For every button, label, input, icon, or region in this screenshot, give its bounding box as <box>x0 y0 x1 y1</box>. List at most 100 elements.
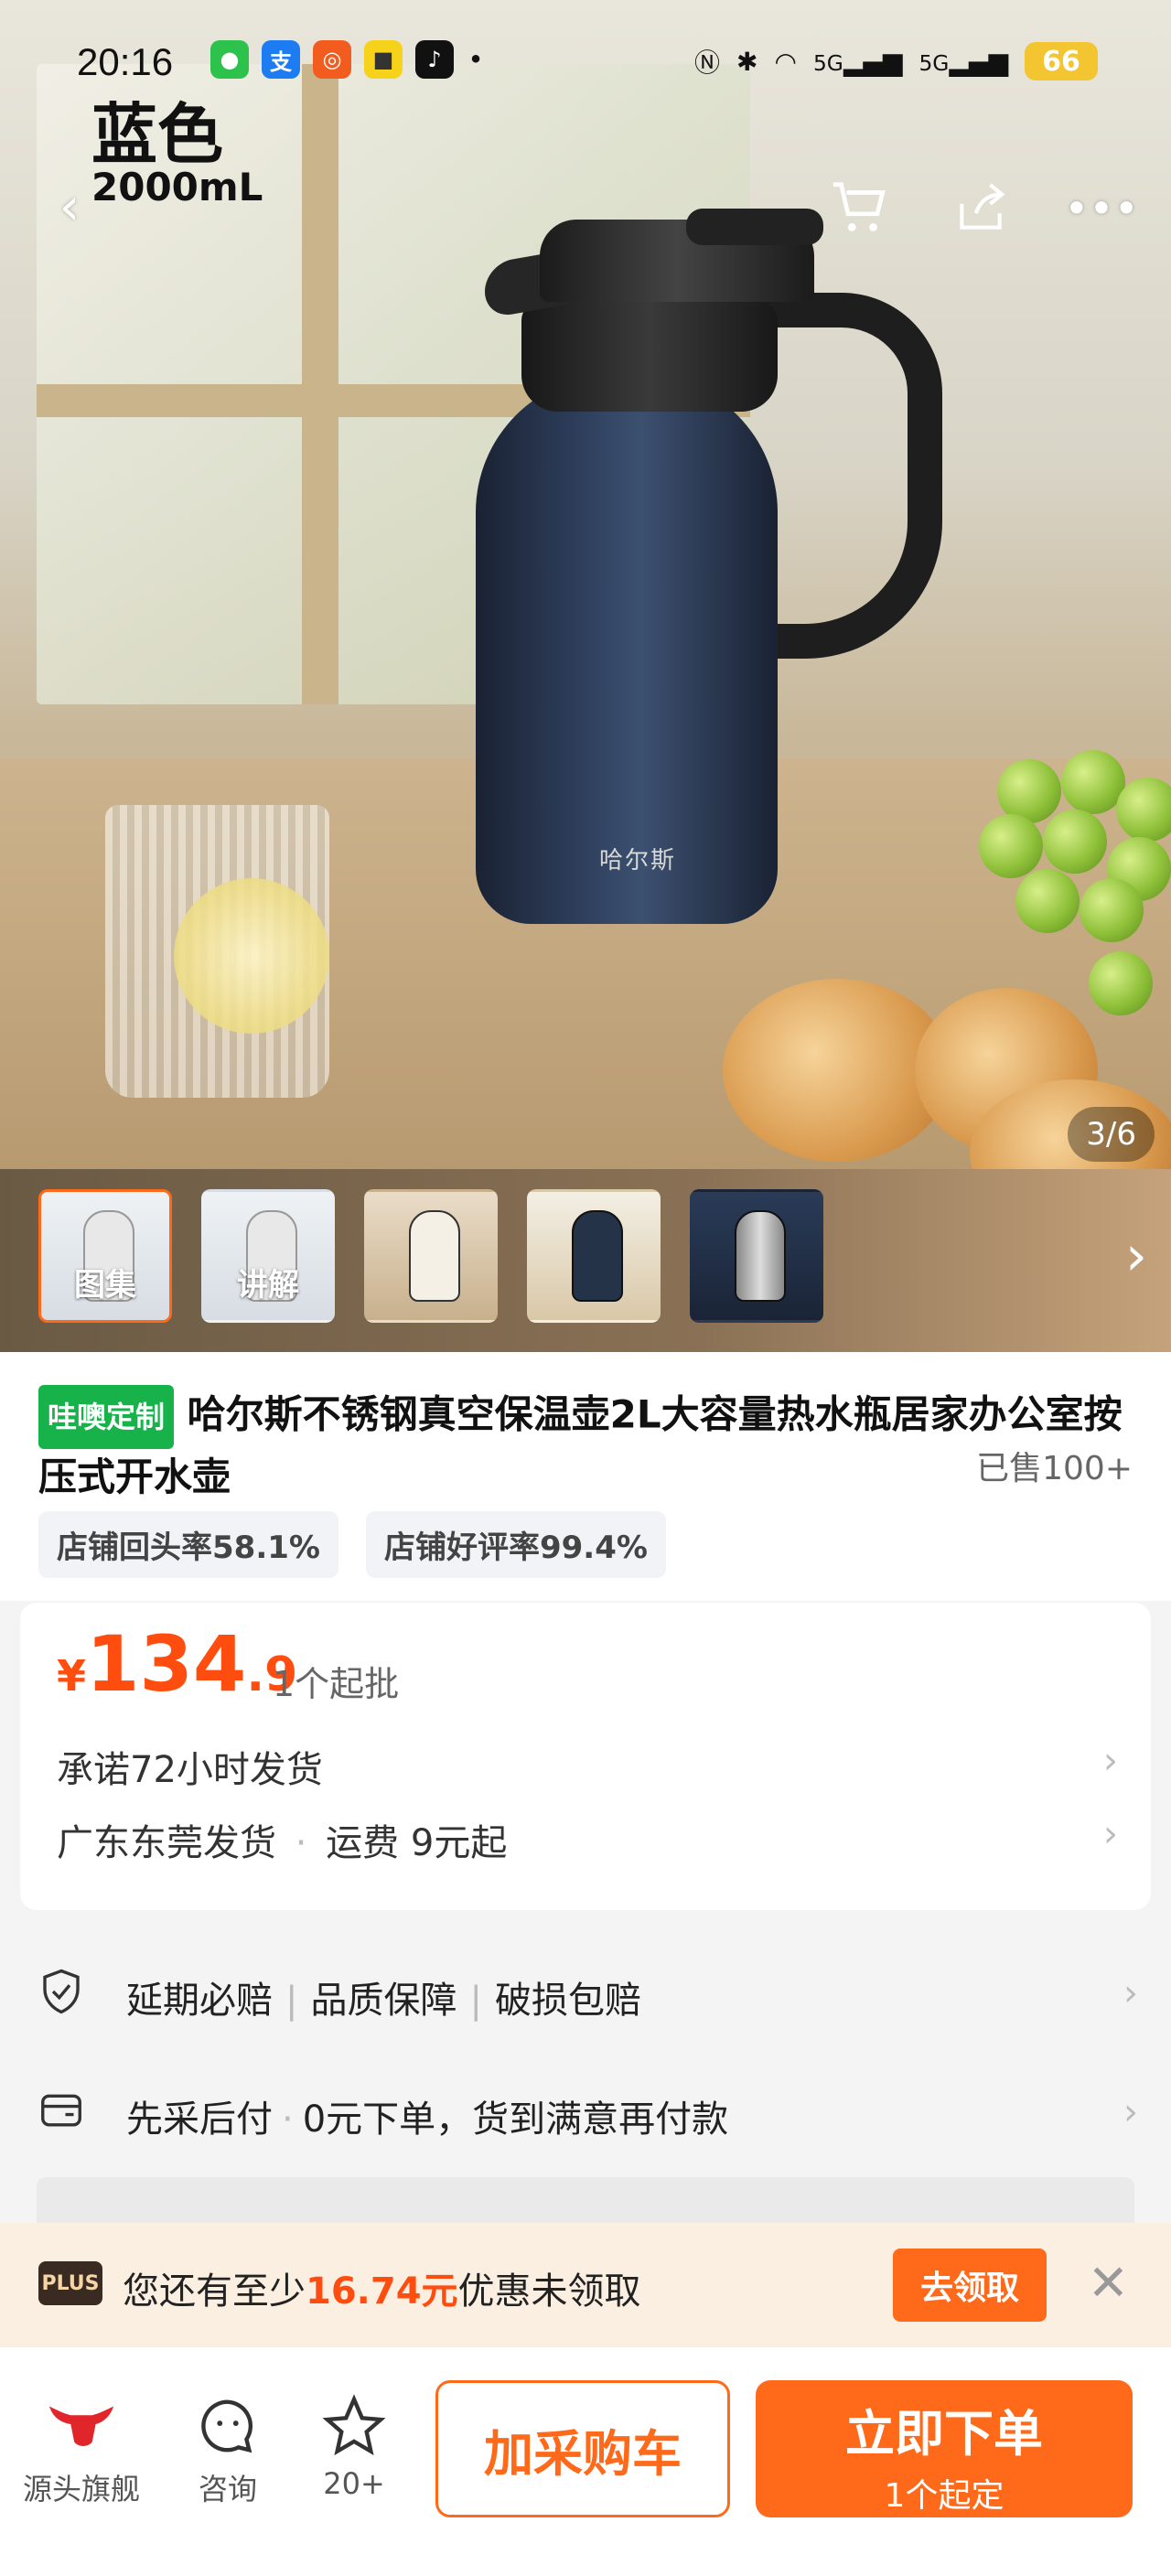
positive-rating-chip: 店铺好评率99.4% <box>365 1511 666 1578</box>
status-time: 20:16 <box>77 40 174 83</box>
bluetooth-icon: ✱ <box>736 46 758 77</box>
wifi-icon: ◠ <box>774 46 797 77</box>
status-bar: 20:16 ● 支 ◎ ■ ♪ • Ⓝ ✱ ◠ 5G▂▄▆ 5G▂▄▆ 66 <box>0 27 1171 83</box>
more-dot-icon: • <box>468 47 483 72</box>
thumbnail-pot <box>572 1210 623 1302</box>
thumbnail-pot <box>409 1210 460 1302</box>
store-label: 源头旗舰 <box>22 2472 140 2506</box>
shipping-fee-text: 运费 9元起 <box>326 1822 508 1864</box>
plus-badge: PLUS <box>38 2261 102 2305</box>
promo-amount: 16.74元 <box>306 2270 458 2313</box>
nfc-icon: Ⓝ <box>694 48 721 78</box>
variant-size-label: 2000mL <box>91 165 263 209</box>
bottom-action-bar: 源头旗舰 咨询 20+ 加采购车 立即下单 1个起定 <box>0 2347 1171 2576</box>
guarantee-item: 破损包赔 <box>494 1980 641 2022</box>
star-icon <box>322 2394 386 2456</box>
consult-label: 咨询 <box>198 2472 257 2506</box>
back-button[interactable]: ‹ <box>33 170 106 243</box>
price-integer: 134 <box>86 1619 247 1709</box>
tiktok-icon: ♪ <box>415 40 454 79</box>
consult-button[interactable]: 咨询 <box>159 2391 296 2508</box>
battery-icon: 66 <box>1025 42 1098 80</box>
close-icon[interactable]: ✕ <box>1088 2254 1129 2312</box>
status-right: Ⓝ ✱ ◠ 5G▂▄▆ 5G▂▄▆ 66 <box>694 42 1098 80</box>
dot-separator: · <box>295 1822 307 1864</box>
chevron-right-icon: › <box>1123 2091 1138 2133</box>
bull-logo-icon <box>48 2406 114 2446</box>
signal-5g-icon: 5G▂▄▆ <box>919 46 1008 77</box>
guarantee-text: 延期必赔 | 品质保障 | 破损包赔 <box>126 1980 641 2022</box>
cart-button[interactable] <box>823 172 897 245</box>
buy-now-button[interactable]: 立即下单 1个起定 <box>756 2380 1133 2517</box>
store-stats: 店铺回头率58.1% 店铺好评率99.4% <box>38 1511 666 1578</box>
variant-color-label: 蓝色 <box>91 96 224 173</box>
favorite-count: 20+ <box>323 2466 385 2501</box>
thumbnail-white[interactable] <box>364 1189 498 1323</box>
shipping-promise-row[interactable]: 承诺72小时发货 <box>57 1740 323 1793</box>
pay-later-row[interactable]: 先采后付 · 0元下单，货到满意再付款 › <box>0 2058 1171 2168</box>
add-to-cart-button[interactable]: 加采购车 <box>435 2380 730 2517</box>
thumbnail-blue[interactable] <box>527 1189 661 1323</box>
share-icon <box>960 183 1005 230</box>
product-detail-page: 哈尔斯 20:16 ● 支 ◎ ■ ♪ • Ⓝ ✱ ◠ 5G▂▄▆ 5G▂▄▆ … <box>0 0 1171 2576</box>
app-icon: ■ <box>364 40 403 79</box>
shipping-promise-text: 承诺72小时发货 <box>57 1749 323 1791</box>
pay-later-desc: 0元下单，货到满意再付款 <box>302 2098 729 2141</box>
min-order: 1个起批 <box>273 1664 400 1704</box>
signal-5g-icon: 5G▂▄▆ <box>812 46 903 77</box>
buy-now-label: 立即下单 <box>845 2405 1043 2463</box>
thumbnail-explain[interactable]: 讲解 <box>201 1189 335 1323</box>
thumbnail-strip: 图集 讲解 › <box>0 1169 1171 1352</box>
promo-text: 您还有至少16.74元优惠未领取 <box>123 2261 641 2314</box>
thumbnail-pot <box>735 1210 786 1302</box>
chevron-right-icon: › <box>1103 1740 1118 1782</box>
buy-now-sublabel: 1个起定 <box>884 2477 1004 2515</box>
grapes-image <box>979 741 1171 1015</box>
lemon-slice-image <box>174 878 329 1034</box>
notification-icons: ● 支 ◎ ■ ♪ • <box>210 40 485 79</box>
chevron-right-icon[interactable]: › <box>1125 1224 1147 1288</box>
pot-button <box>686 209 823 245</box>
chat-smile-icon <box>201 2399 253 2453</box>
promo-suffix: 优惠未领取 <box>457 2270 641 2313</box>
repurchase-rate-chip: 店铺回头率58.1% <box>38 1511 338 1578</box>
more-button[interactable]: ••• <box>1064 172 1139 245</box>
card-icon <box>41 2094 81 2127</box>
more-dots-icon: ••• <box>1064 184 1139 233</box>
store-button[interactable]: 源头旗舰 <box>13 2391 150 2508</box>
shield-check-icon <box>43 1969 80 2014</box>
pot-brand-text: 哈尔斯 <box>599 847 677 875</box>
image-counter: 3/6 <box>1068 1107 1155 1162</box>
custom-tag: 哇噢定制 <box>38 1385 175 1449</box>
pay-later-text: 先采后付 · 0元下单，货到满意再付款 <box>126 2098 729 2141</box>
guarantee-item: 延期必赔 <box>126 1980 273 2022</box>
pay-later-label: 先采后付 <box>126 2098 273 2141</box>
ship-from-text: 广东东莞发货 <box>57 1822 276 1864</box>
promo-prefix: 您还有至少 <box>123 2270 306 2313</box>
price-card: ¥134.9 1个起批 承诺72小时发货 › 广东东莞发货 · 运费 9元起 › <box>20 1603 1151 1910</box>
thumbnail-caption: 讲解 <box>237 1267 299 1304</box>
thumbnail-steel[interactable] <box>690 1189 823 1323</box>
sold-count: 已售100+ <box>976 1450 1133 1487</box>
thumbnail-caption: 图集 <box>74 1267 136 1304</box>
taobao-icon: ◎ <box>313 40 351 79</box>
ship-from-row[interactable]: 广东东莞发货 · 运费 9元起 <box>57 1813 507 1866</box>
share-button[interactable] <box>944 172 1017 245</box>
guarantee-item: 品质保障 <box>310 1980 457 2022</box>
wechat-icon: ● <box>210 40 249 79</box>
product-title-text: 哈尔斯不锈钢真空保温壶2L大容量热水瓶居家办公室按压式开水壶 <box>38 1391 1123 1500</box>
claim-coupon-button[interactable]: 去领取 <box>893 2249 1047 2322</box>
chevron-left-icon: ‹ <box>59 177 81 237</box>
chevron-right-icon: › <box>1103 1813 1118 1855</box>
pot-neck <box>521 302 778 412</box>
alipay-icon: 支 <box>262 40 300 79</box>
cart-icon <box>833 182 886 231</box>
promo-bar: PLUS 您还有至少16.74元优惠未领取 去领取 ✕ <box>0 2223 1171 2347</box>
price: ¥134.9 <box>57 1619 297 1709</box>
product-title: 哇噢定制 哈尔斯不锈钢真空保温壶2L大容量热水瓶居家办公室按压式开水壶 <box>38 1385 1136 1506</box>
thumbnail-gallery[interactable]: 图集 <box>38 1189 172 1323</box>
product-info: 哇噢定制 哈尔斯不锈钢真空保温壶2L大容量热水瓶居家办公室按压式开水壶 已售10… <box>0 1352 1171 1601</box>
currency-symbol: ¥ <box>57 1651 87 1701</box>
guarantee-row[interactable]: 延期必赔 | 品质保障 | 破损包赔 › <box>0 1939 1171 2049</box>
favorite-button[interactable]: 20+ <box>285 2391 423 2501</box>
